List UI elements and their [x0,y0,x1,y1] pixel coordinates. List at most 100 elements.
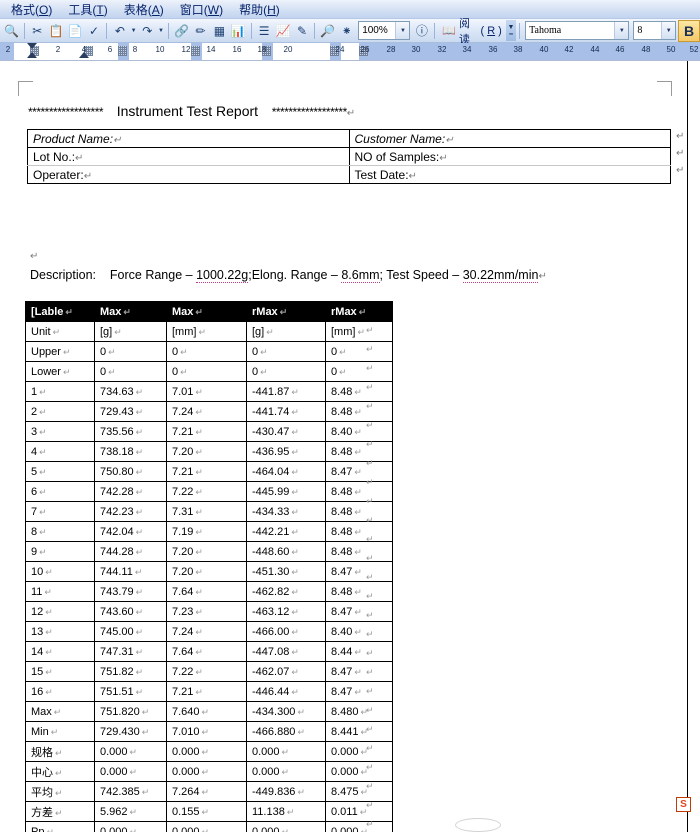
cell-rmax-elong[interactable]: 8.47 ↵ [325,561,393,582]
show-formatting-icon[interactable]: ⁕ [337,21,356,41]
cell-row-label[interactable]: 10 ↵ [25,561,95,582]
chart-icon[interactable]: 📈 [274,21,293,41]
drawing-icon[interactable]: ✎ [293,21,312,41]
cell-rmax-force[interactable]: 0 ↵ [246,341,326,362]
cell-max-force[interactable]: 751.82 ↵ [94,661,167,682]
cell-max-force[interactable]: 0.000 ↵ [94,821,167,832]
cell-row-label[interactable]: Unit ↵ [25,321,95,342]
cell-max-force[interactable]: 0.000 ↵ [94,741,167,762]
cell-max-force[interactable]: 738.18 ↵ [94,441,167,462]
redo-dropdown-icon[interactable]: ▼ [157,21,166,41]
cell-row-label[interactable]: Min ↵ [25,721,95,742]
cell-row-label[interactable]: Pp ↵ [25,821,95,832]
cell-row-label[interactable]: 平均 ↵ [25,781,95,802]
cell-rmax-force[interactable]: -463.12 ↵ [246,601,326,622]
cell-max-force[interactable]: 742.385 ↵ [94,781,167,802]
cell-row-label[interactable]: 11 ↵ [25,581,95,602]
cell-max-force[interactable]: 742.04 ↵ [94,521,167,542]
chevron-down-icon[interactable]: ▼ [395,22,410,39]
cell-row-label[interactable]: 15 ↵ [25,661,95,682]
cell-rmax-elong[interactable]: 8.48 ↵ [325,501,393,522]
cell-rmax-force[interactable]: -445.99 ↵ [246,481,326,502]
cell-rmax-elong[interactable]: 8.48 ↵ [325,381,393,402]
chevron-down-icon[interactable]: ▼ [661,22,676,39]
toolbar-options-button[interactable]: ▼ ━ [505,20,517,41]
bold-button[interactable]: B [678,19,700,42]
cell-rmax-force[interactable]: -449.836 ↵ [246,781,326,802]
cell-row-label[interactable]: 1 ↵ [25,381,95,402]
undo-icon[interactable]: ↶ [110,21,129,41]
cell-row-label[interactable]: 2 ↵ [25,401,95,422]
cell-rmax-elong[interactable]: 0 ↵ [325,341,393,362]
cell-max-force[interactable]: 742.28 ↵ [94,481,167,502]
cell-max-elong[interactable]: 7.24 ↵ [166,621,247,642]
menu-item-help[interactable]: 帮助(H) [232,0,287,19]
font-name-combobox[interactable]: Tahoma ▼ [525,21,630,40]
tab-stop-marker[interactable] [191,46,200,56]
cell-rmax-elong[interactable]: 8.480 ↵ [325,701,393,722]
cell-rmax-force[interactable]: -436.95 ↵ [246,441,326,462]
cell-row-label[interactable]: 3 ↵ [25,421,95,442]
cell-max-force[interactable]: 742.23 ↵ [94,501,167,522]
cell-max-elong[interactable]: 7.010 ↵ [166,721,247,742]
cell-row-label[interactable]: 8 ↵ [25,521,95,542]
cell-operater[interactable]: Operater:↵ [27,165,350,184]
redo-icon[interactable]: ↷ [138,21,157,41]
cell-row-label[interactable]: 13 ↵ [25,621,95,642]
cell-max-force[interactable]: 0 ↵ [94,361,167,382]
cell-no-of-samples[interactable]: NO of Samples:↵ [348,147,671,166]
cell-max-elong[interactable]: 7.640 ↵ [166,701,247,722]
chevron-down-icon[interactable]: ▼ [614,22,629,39]
hanging-indent-marker[interactable] [27,52,37,58]
cell-row-label[interactable]: 7 ↵ [25,501,95,522]
cell-max-force[interactable]: 743.79 ↵ [94,581,167,602]
brush-icon[interactable]: ✓ [85,21,104,41]
cell-max-force[interactable]: 744.11 ↵ [94,561,167,582]
document-map-icon[interactable]: 🔎 [318,21,337,41]
cell-rmax-force[interactable]: 11.138 ↵ [246,801,326,822]
cell-rmax-force[interactable]: -446.44 ↵ [246,681,326,702]
horizontal-ruler[interactable]: 2 2 4 6 8 10 12 14 16 18 20 24 26 28 30 … [0,43,700,61]
undo-dropdown-icon[interactable]: ▼ [129,21,138,41]
cell-rmax-elong[interactable]: 8.441 ↵ [325,721,393,742]
cell-rmax-elong[interactable]: 8.44 ↵ [325,641,393,662]
cell-rmax-elong[interactable]: 0.000 ↵ [325,761,393,782]
cell-max-force[interactable]: [g] ↵ [94,321,167,342]
cell-row-label[interactable]: Max ↵ [25,701,95,722]
cut-icon[interactable]: ✂ [28,21,47,41]
cell-rmax-force[interactable]: [g] ↵ [246,321,326,342]
cell-rmax-force[interactable]: -462.82 ↵ [246,581,326,602]
cell-max-elong[interactable]: 0.000 ↵ [166,821,247,832]
cell-max-force[interactable]: 729.430 ↵ [94,721,167,742]
cell-max-elong[interactable]: 0.155 ↵ [166,801,247,822]
cell-test-date[interactable]: Test Date:↵ [348,165,671,184]
cell-max-force[interactable]: 750.80 ↵ [94,461,167,482]
zoom-combobox[interactable]: 100% ▼ [358,21,411,40]
cell-rmax-elong[interactable]: 8.47 ↵ [325,461,393,482]
cell-rmax-elong[interactable]: 0 ↵ [325,361,393,382]
cell-max-elong[interactable]: 7.20 ↵ [166,441,247,462]
cell-row-label[interactable]: 14 ↵ [25,641,95,662]
copy-icon[interactable]: 📋 [47,21,66,41]
cell-max-force[interactable]: 745.00 ↵ [94,621,167,642]
cell-row-label[interactable]: 规格 ↵ [25,741,95,762]
cell-rmax-force[interactable]: -441.87 ↵ [246,381,326,402]
cell-rmax-force[interactable]: -462.07 ↵ [246,661,326,682]
cell-max-force[interactable]: 0 ↵ [94,341,167,362]
cell-rmax-force[interactable]: 0.000 ↵ [246,821,326,832]
menu-item-table[interactable]: 表格(A) [117,0,171,19]
cell-rmax-elong[interactable]: 8.48 ↵ [325,481,393,502]
cell-rmax-force[interactable]: -464.04 ↵ [246,461,326,482]
cell-rmax-force[interactable]: -430.47 ↵ [246,421,326,442]
cell-row-label[interactable]: 6 ↵ [25,481,95,502]
cell-max-force[interactable]: 751.51 ↵ [94,681,167,702]
cell-rmax-force[interactable]: -434.33 ↵ [246,501,326,522]
insert-table-icon[interactable]: ▦ [210,21,229,41]
cell-max-force[interactable]: 735.56 ↵ [94,421,167,442]
cell-rmax-elong[interactable]: 8.47 ↵ [325,661,393,682]
cell-max-elong[interactable]: 7.64 ↵ [166,581,247,602]
cell-rmax-elong[interactable]: 8.48 ↵ [325,441,393,462]
cell-row-label[interactable]: 中心 ↵ [25,761,95,782]
insert-excel-icon[interactable]: 📊 [229,21,248,41]
cell-max-elong[interactable]: 0.000 ↵ [166,741,247,762]
